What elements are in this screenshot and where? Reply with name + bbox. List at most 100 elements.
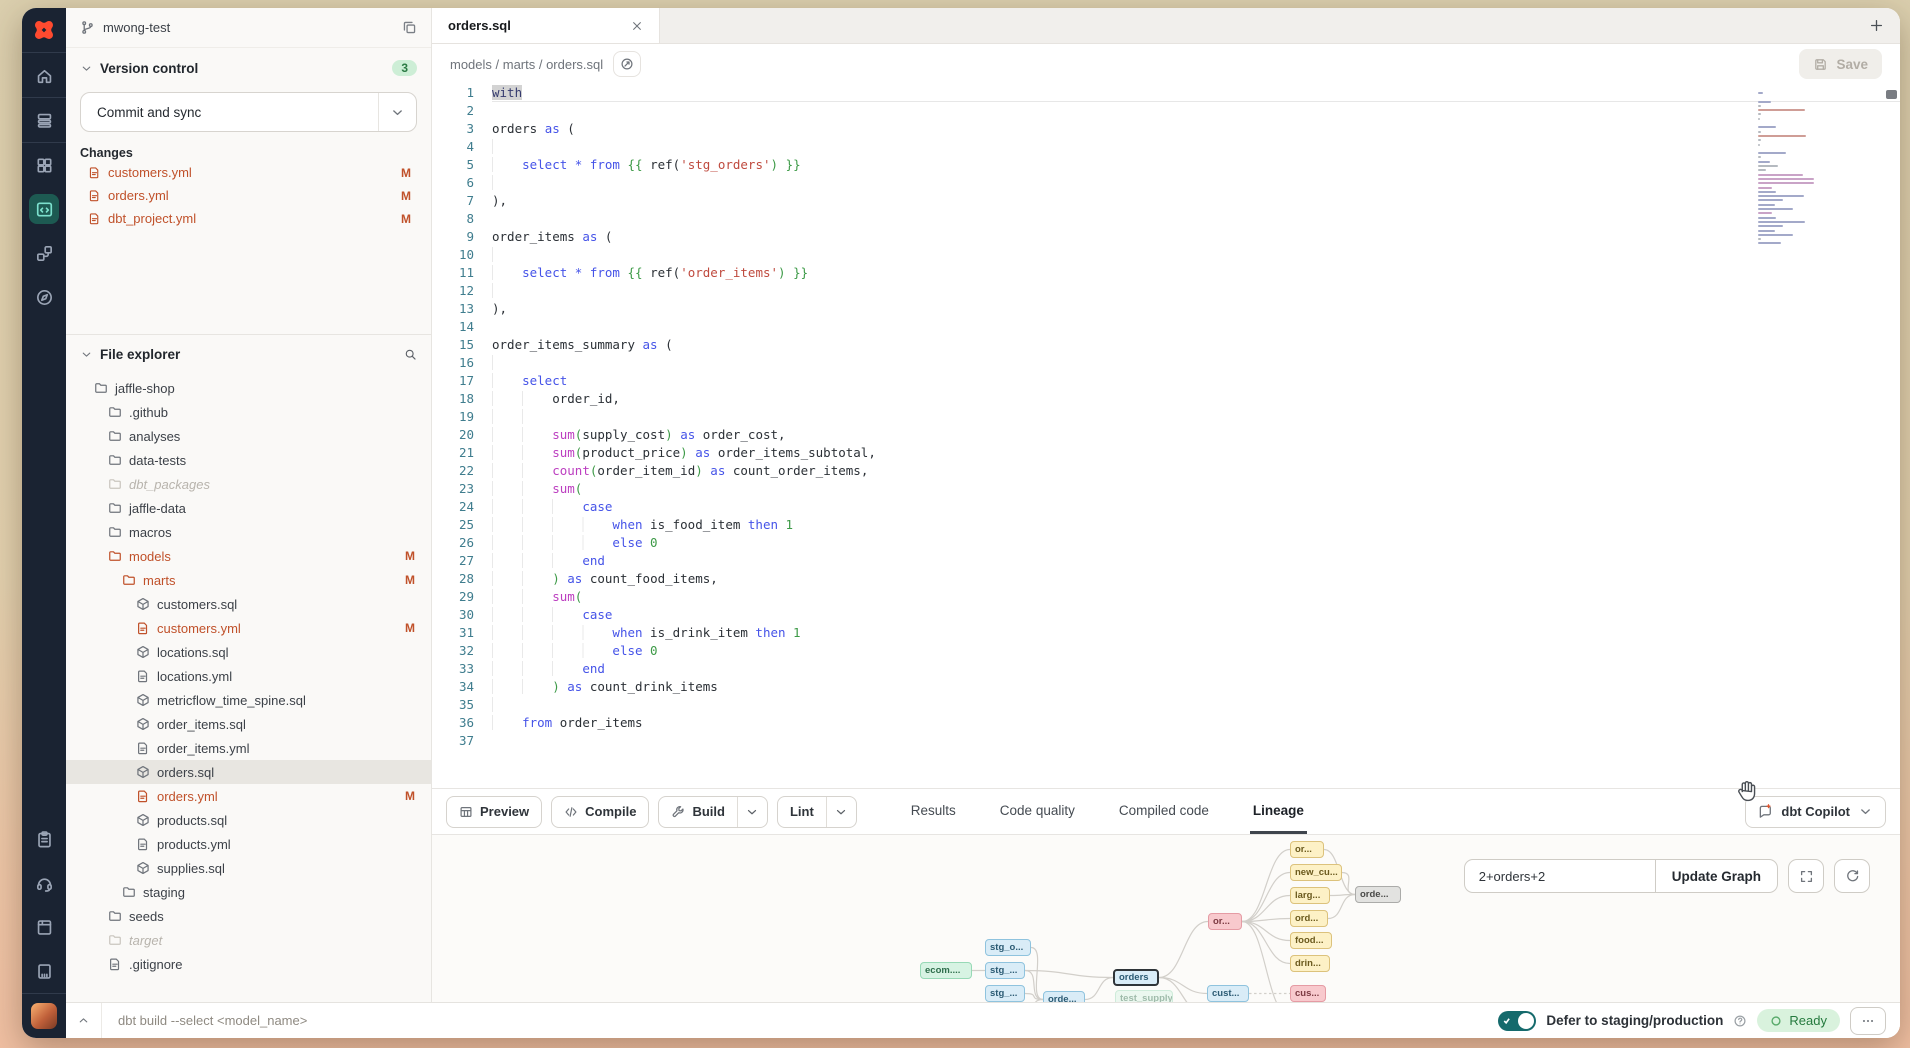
lineage-node-ylarg[interactable]: larg...	[1290, 887, 1330, 904]
tree-item-macros[interactable]: macros	[66, 520, 431, 544]
preview-button[interactable]: Preview	[446, 796, 542, 828]
build-button[interactable]: Build	[658, 796, 768, 828]
lint-dropdown-chevron[interactable]	[826, 797, 856, 827]
lineage-node-gorde[interactable]: orde...	[1355, 886, 1401, 903]
clipboard-icon[interactable]	[22, 817, 66, 861]
avatar-icon[interactable]	[22, 994, 66, 1038]
lineage-node-yfood[interactable]: food...	[1290, 932, 1332, 949]
tree-item-dbt-packages[interactable]: dbt_packages	[66, 472, 431, 496]
build-dropdown-chevron[interactable]	[737, 797, 767, 827]
grid-icon[interactable]	[22, 143, 66, 187]
command-input[interactable]: dbt build --select <model_name>	[118, 1013, 307, 1028]
ready-status-badge[interactable]: Ready	[1757, 1009, 1840, 1032]
tab-code-quality[interactable]: Code quality	[997, 789, 1078, 834]
lineage-node-ynewcu[interactable]: new_cu...	[1290, 864, 1342, 881]
file-explorer-header[interactable]: File explorer	[66, 347, 431, 362]
tree-item-orders-sql[interactable]: orders.sql	[66, 760, 431, 784]
tree-item--gitignore[interactable]: .gitignore	[66, 952, 431, 976]
defer-toggle[interactable]	[1498, 1011, 1536, 1031]
tree-item-products-sql[interactable]: products.sql	[66, 808, 431, 832]
fullscreen-button[interactable]	[1788, 859, 1824, 893]
line-number: 13	[432, 300, 474, 318]
folder-icon	[108, 549, 122, 563]
tree-item-locations-yml[interactable]: locations.yml	[66, 664, 431, 688]
lineage-node-stg1[interactable]: stg_...	[985, 962, 1025, 979]
tree-item-models[interactable]: modelsM	[66, 544, 431, 568]
lineage-node-stg2[interactable]: stg_...	[985, 985, 1025, 1002]
lineage-node-orders[interactable]: orders	[1113, 969, 1159, 986]
lineage-node-yor[interactable]: or...	[1290, 841, 1324, 858]
search-icon[interactable]	[404, 348, 417, 361]
code-line: 37	[432, 732, 1900, 750]
copy-icon[interactable]	[402, 20, 417, 35]
lineage-selector-input[interactable]	[1465, 860, 1655, 892]
code-editor[interactable]: 1with23orders as (4 5 select * from {{ r…	[432, 84, 1900, 788]
tree-item-jaffle-data[interactable]: jaffle-data	[66, 496, 431, 520]
tree-item-order-items-yml[interactable]: order_items.yml	[66, 736, 431, 760]
fork-icon[interactable]	[22, 231, 66, 275]
tree-item-supplies-sql[interactable]: supplies.sql	[66, 856, 431, 880]
save-button[interactable]: Save	[1799, 49, 1882, 79]
tree-item-analyses[interactable]: analyses	[66, 424, 431, 448]
tree-item-staging[interactable]: staging	[66, 880, 431, 904]
more-options-button[interactable]	[1850, 1007, 1886, 1035]
lineage-node-ydrin[interactable]: drin...	[1290, 955, 1330, 972]
tree-item-orders-yml[interactable]: orders.ymlM	[66, 784, 431, 808]
new-tab-icon[interactable]	[1869, 18, 1884, 33]
lineage-node-cuspink[interactable]: cus...	[1290, 985, 1326, 1002]
tree-item-metricflow-time-spine-sql[interactable]: metricflow_time_spine.sql	[66, 688, 431, 712]
tree-item-customers-sql[interactable]: customers.sql	[66, 592, 431, 616]
stack-icon[interactable]	[22, 98, 66, 142]
tree-item--github[interactable]: .github	[66, 400, 431, 424]
code-icon[interactable]	[22, 187, 66, 231]
tree-item-order-items-sql[interactable]: order_items.sql	[66, 712, 431, 736]
minimap-line	[1758, 238, 1761, 240]
card-icon[interactable]	[22, 949, 66, 993]
changed-file-row[interactable]: orders.ymlM	[80, 185, 417, 206]
help-icon[interactable]	[1733, 1014, 1747, 1028]
branch-name[interactable]: mwong-test	[103, 20, 170, 35]
changed-file-row[interactable]: customers.ymlM	[80, 162, 417, 183]
lineage-node-ecom[interactable]: ecom....	[920, 962, 972, 979]
logo-icon[interactable]	[22, 8, 66, 52]
tab-orders-sql[interactable]: orders.sql	[432, 8, 660, 43]
tree-item-customers-yml[interactable]: customers.ymlM	[66, 616, 431, 640]
changed-file-row[interactable]: dbt_project.ymlM	[80, 208, 417, 229]
collapse-panel-button[interactable]	[66, 1003, 102, 1038]
lineage-node-orpink[interactable]: or...	[1208, 913, 1242, 930]
headset-icon[interactable]	[22, 861, 66, 905]
tree-item-marts[interactable]: martsM	[66, 568, 431, 592]
commit-and-sync-button[interactable]: Commit and sync	[80, 92, 417, 132]
tab-lineage[interactable]: Lineage	[1250, 789, 1307, 834]
dbt-copilot-button[interactable]: dbt Copilot	[1745, 796, 1886, 828]
tree-item-seeds[interactable]: seeds	[66, 904, 431, 928]
version-control-header[interactable]: Version control 3	[80, 60, 417, 76]
view-docs-button[interactable]	[613, 51, 641, 77]
tree-item-data-tests[interactable]: data-tests	[66, 448, 431, 472]
modified-badge: M	[401, 189, 417, 203]
minimap[interactable]	[1758, 92, 1816, 251]
tree-item-target[interactable]: target	[66, 928, 431, 952]
refresh-button[interactable]	[1834, 859, 1870, 893]
folder-icon	[108, 909, 122, 923]
lineage-node-stg0[interactable]: stg_o...	[985, 939, 1031, 956]
folder-icon	[108, 501, 122, 515]
commit-options-chevron[interactable]	[378, 93, 416, 131]
tab-results[interactable]: Results	[908, 789, 959, 834]
update-graph-button[interactable]: Update Graph	[1655, 860, 1777, 892]
tree-item-products-yml[interactable]: products.yml	[66, 832, 431, 856]
line-number: 36	[432, 714, 474, 732]
lineage-node-cust[interactable]: cust...	[1207, 985, 1249, 1002]
scrollbar-thumb[interactable]	[1886, 90, 1897, 99]
tree-item-jaffle-shop[interactable]: jaffle-shop	[66, 376, 431, 400]
lineage-node-yord[interactable]: ord...	[1290, 910, 1328, 927]
breadcrumb[interactable]: models / marts / orders.sql	[450, 57, 603, 72]
tab-compiled-code[interactable]: Compiled code	[1116, 789, 1212, 834]
compass-icon[interactable]	[22, 275, 66, 319]
book-icon[interactable]	[22, 905, 66, 949]
lint-button[interactable]: Lint	[777, 796, 857, 828]
home-icon[interactable]	[22, 53, 66, 97]
close-tab-icon[interactable]	[631, 20, 643, 32]
compile-button[interactable]: Compile	[551, 796, 649, 828]
tree-item-locations-sql[interactable]: locations.sql	[66, 640, 431, 664]
